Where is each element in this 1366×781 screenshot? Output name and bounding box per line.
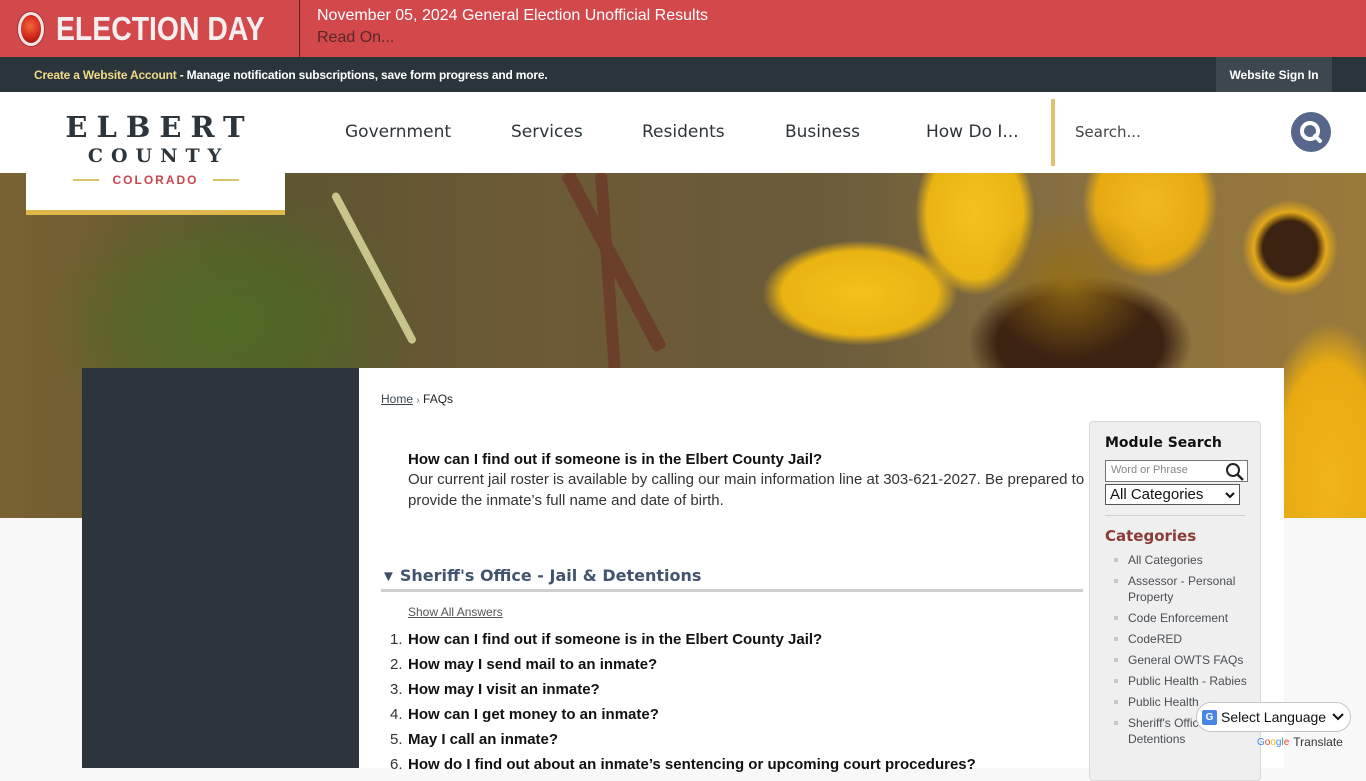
google-logo-letter: G <box>1257 736 1265 748</box>
record-dot-icon <box>18 11 45 46</box>
category-item[interactable]: Code Enforcement <box>1114 610 1254 626</box>
category-label: Assessor - Personal Property <box>1128 574 1236 604</box>
breadcrumb-separator: › <box>416 395 420 406</box>
bullet-icon <box>1114 637 1118 641</box>
breadcrumb-home[interactable]: Home <box>381 392 413 406</box>
module-divider <box>1105 515 1245 516</box>
module-search-placeholder: Word or Phrase <box>1111 464 1188 476</box>
chevron-down-icon <box>1225 491 1235 498</box>
faq-item: 6. How do I find out about an inmate’s se… <box>390 752 976 777</box>
category-label: General OWTS FAQs <box>1128 653 1244 667</box>
account-bar: Create a Website Account - Manage notifi… <box>0 57 1366 92</box>
alert-headline: November 05, 2024 General Election Unoff… <box>317 7 709 24</box>
google-logo: Google <box>1257 737 1289 748</box>
logo-rule-right <box>212 179 239 181</box>
site-search-input[interactable] <box>1075 119 1275 145</box>
site-search-button[interactable] <box>1291 112 1331 152</box>
faq-section-header[interactable]: ▼ Sheriff's Office - Jail & Detentions <box>381 566 1083 592</box>
powered-by-google-translate[interactable]: Google Translate <box>1257 735 1343 749</box>
faq-question-link[interactable]: How may I visit an inmate? <box>408 681 600 698</box>
faq-number: 6. <box>390 756 403 773</box>
category-select-value: All Categories <box>1110 486 1204 503</box>
google-logo-letter: e <box>1283 736 1290 748</box>
category-label: Code Enforcement <box>1128 611 1229 625</box>
category-label: Public Health <box>1128 695 1199 709</box>
faq-question-link[interactable]: How can I get money to an inmate? <box>408 706 659 723</box>
logo-elbert: ELBERT <box>65 110 254 144</box>
faq-item: 3. How may I visit an inmate? <box>390 677 976 702</box>
faq-item: 1. How can I find out if someone is in th… <box>390 627 976 652</box>
create-account-link[interactable]: Create a Website Account <box>34 68 177 82</box>
breadcrumb-current: FAQs <box>423 392 454 406</box>
faq-question-link[interactable]: How do I find out about an inmate’s sent… <box>408 756 976 773</box>
nav-services[interactable]: Services <box>511 122 583 142</box>
category-select[interactable]: All Categories <box>1105 484 1240 505</box>
select-language-label: Select Language <box>1221 709 1327 725</box>
nav-how-do-i[interactable]: How Do I... <box>926 122 1019 142</box>
show-all-answers-link[interactable]: Show All Answers <box>408 605 503 619</box>
category-item[interactable]: CodeRED <box>1114 631 1254 647</box>
faq-item: 2. How may I send mail to an inmate? <box>390 652 976 677</box>
bullet-icon <box>1114 579 1118 583</box>
website-sign-in-button[interactable]: Website Sign In <box>1216 57 1332 92</box>
category-item[interactable]: General OWTS FAQs <box>1114 652 1254 668</box>
faq-item: 5. May I call an inmate? <box>390 727 976 752</box>
faq-item: 4. How can I get money to an inmate? <box>390 702 976 727</box>
nav-residents[interactable]: Residents <box>642 122 725 142</box>
answer-text: Our current jail roster is available by … <box>408 471 1085 509</box>
site-logo[interactable]: ELBERT COUNTY COLORADO <box>26 92 285 215</box>
nav-government[interactable]: Government <box>345 122 451 142</box>
account-message: Create a Website Account - Manage notifi… <box>34 67 548 82</box>
collapse-triangle-icon: ▼ <box>381 568 396 585</box>
category-item[interactable]: Assessor - Personal Property <box>1114 573 1254 605</box>
logo-county: COUNTY <box>87 145 230 167</box>
module-search-input[interactable]: Word or Phrase <box>1105 460 1248 482</box>
nav-divider <box>1051 99 1055 166</box>
bullet-icon <box>1114 658 1118 662</box>
faq-number: 2. <box>390 656 403 673</box>
faq-question-link[interactable]: May I call an inmate? <box>408 731 558 748</box>
search-icon <box>1300 121 1322 143</box>
category-label: All Categories <box>1128 553 1203 567</box>
election-alert-banner: ELECTION DAY November 05, 2024 General E… <box>0 0 1366 57</box>
module-search-title: Module Search <box>1105 435 1222 451</box>
hero-stem <box>330 191 418 345</box>
select-language-dropdown[interactable]: G Select Language <box>1196 702 1351 732</box>
answer-question: How can I find out if someone is in the … <box>408 451 823 468</box>
alert-content: November 05, 2024 General Election Unoff… <box>300 0 708 57</box>
nav-business[interactable]: Business <box>785 122 860 142</box>
google-translate-icon: G <box>1202 709 1217 725</box>
bullet-icon <box>1114 616 1118 620</box>
category-item[interactable]: All Categories <box>1114 552 1254 568</box>
bullet-icon <box>1114 679 1118 683</box>
faq-number: 3. <box>390 681 403 698</box>
logo-state-row: COLORADO <box>26 173 285 187</box>
bullet-icon <box>1114 721 1118 725</box>
faq-question-link[interactable]: How can I find out if someone is in the … <box>408 631 822 648</box>
category-label: CodeRED <box>1128 632 1183 646</box>
read-on-link[interactable]: Read On... <box>317 29 394 46</box>
magnifier-icon[interactable] <box>1225 462 1245 481</box>
faq-section-title: Sheriff's Office - Jail & Detentions <box>399 566 702 585</box>
category-label: Public Health - Rabies <box>1128 674 1247 688</box>
faq-number: 5. <box>390 731 403 748</box>
bullet-icon <box>1114 700 1118 704</box>
categories-title: Categories <box>1105 527 1197 545</box>
faq-question-link[interactable]: How may I send mail to an inmate? <box>408 656 657 673</box>
election-day-title: ELECTION DAY <box>56 9 266 47</box>
faq-number: 4. <box>390 706 403 723</box>
translate-label: Translate <box>1293 735 1343 749</box>
faq-number: 1. <box>390 631 403 648</box>
election-day-brand[interactable]: ELECTION DAY <box>0 0 300 57</box>
account-message-text: - Manage notification subscriptions, sav… <box>176 67 548 82</box>
bullet-icon <box>1114 558 1118 562</box>
breadcrumb: Home › FAQs <box>381 392 453 406</box>
chevron-down-icon <box>1332 713 1344 721</box>
logo-rule-left <box>72 179 99 181</box>
category-item[interactable]: Public Health - Rabies <box>1114 673 1254 689</box>
logo-colorado: COLORADO <box>112 173 199 187</box>
left-sidebar-panel <box>82 368 359 768</box>
faq-list: 1. How can I find out if someone is in th… <box>390 627 976 777</box>
